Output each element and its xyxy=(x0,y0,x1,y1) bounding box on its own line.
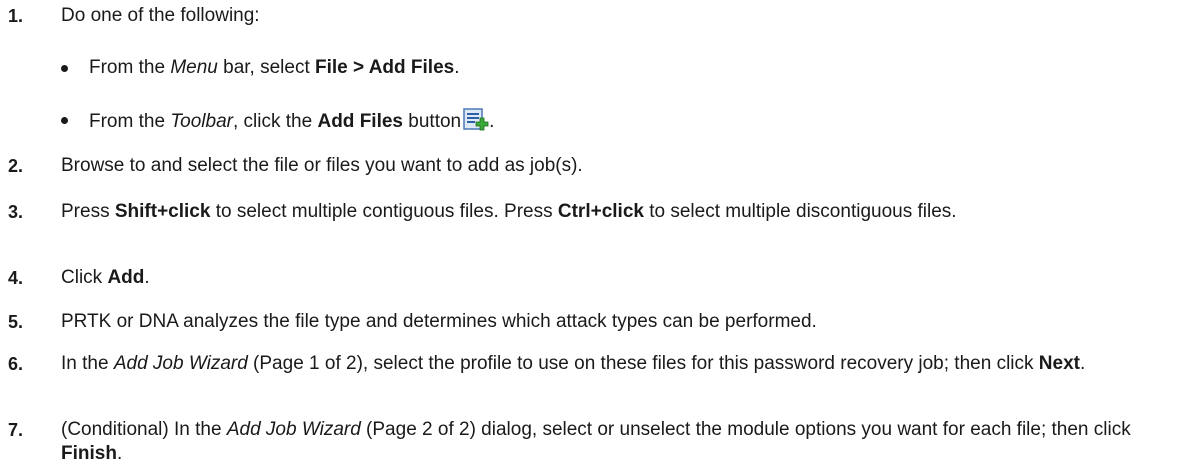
instructions-page: 1. Do one of the following: From the Men… xyxy=(0,0,1199,474)
step-number: 5. xyxy=(8,312,24,332)
step-text: Press Shift+click to select multiple con… xyxy=(61,201,957,222)
sub-step-text: From the Toolbar, click the Add Files bu… xyxy=(89,108,1193,134)
step-text: (Conditional) In the Add Job Wizard (Pag… xyxy=(61,419,1131,464)
step-number: 1. xyxy=(8,6,24,26)
step-number: 2. xyxy=(8,156,24,176)
step-number: 7. xyxy=(8,420,24,440)
step-text: In the Add Job Wizard (Page 1 of 2), sel… xyxy=(61,353,1086,374)
step-text: Browse to and select the file or files y… xyxy=(61,155,583,176)
step-number: 3. xyxy=(8,202,24,222)
add-files-icon xyxy=(463,108,489,132)
bullet-icon xyxy=(61,65,68,72)
step-text: PRTK or DNA analyzes the file type and d… xyxy=(61,311,817,332)
step-number: 6. xyxy=(8,354,24,374)
step-text: Click Add. xyxy=(61,267,150,288)
sub-step-text: From the Menu bar, select File > Add Fil… xyxy=(89,57,460,78)
step-text: Do one of the following: xyxy=(61,5,260,26)
bullet-icon xyxy=(61,117,68,124)
step-number: 4. xyxy=(8,268,24,288)
